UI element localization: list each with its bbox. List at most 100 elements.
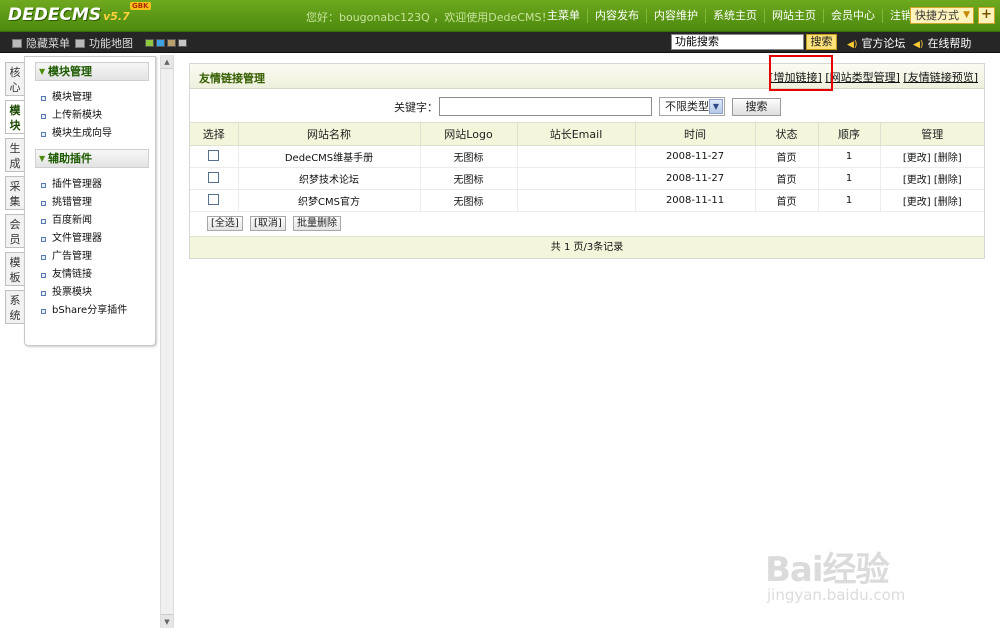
official-forum-link[interactable]: ◀) 官方论坛: [847, 35, 905, 51]
bullet-icon: [41, 182, 46, 188]
menu-item-baidu-news[interactable]: 百度新闻: [41, 212, 155, 230]
friend-links-panel: 友情链接管理 [增加链接] [网站类型管理] [友情链接预览] 关键字： 不限类…: [189, 63, 985, 259]
chevron-down-icon: ▼: [39, 154, 46, 163]
top-nav: 主菜单 内容发布 内容维护 系统主页 网站主页 会员中心 注销: [540, 0, 919, 32]
table-row: DedeCMS维基手册 无图标 2008-11-27 首页 1 [更改] [删除…: [190, 145, 984, 168]
side-tab-template[interactable]: 模板: [5, 252, 24, 286]
nav-site-home[interactable]: 网站主页: [764, 9, 823, 23]
nav-main-menu[interactable]: 主菜单: [540, 9, 587, 23]
theme-swatch-green[interactable]: [145, 39, 154, 47]
menu-item-module-manage[interactable]: 模块管理: [41, 89, 155, 107]
watermark-text: Bai经验: [765, 550, 890, 590]
chevron-down-icon: ▼: [39, 67, 46, 76]
col-manage: 管理: [880, 123, 984, 146]
menu-item-label: 上传新模块: [52, 110, 102, 121]
function-search-input[interactable]: 功能搜索: [671, 34, 804, 50]
watermark: Bai经验 jingyan.baidu.com: [765, 520, 945, 610]
version-text: v5.7: [103, 10, 130, 23]
online-help-link[interactable]: ◀) 在线帮助: [913, 35, 971, 51]
manage-actions[interactable]: [更改] [删除]: [880, 167, 984, 190]
site-time: 2008-11-27: [635, 167, 756, 190]
welcome-text: 您好：bougonabc123Q ，欢迎使用DedeCMS！: [306, 11, 553, 24]
nav-system-home[interactable]: 系统主页: [705, 9, 764, 23]
menu-item-ad-manage[interactable]: 广告管理: [41, 248, 155, 266]
watermark-url: jingyan.baidu.com: [767, 586, 906, 604]
manage-actions[interactable]: [更改] [删除]: [880, 189, 984, 212]
site-status: 首页: [755, 145, 819, 168]
menu-item-file-manager[interactable]: 文件管理器: [41, 230, 155, 248]
bullet-icon: [41, 272, 46, 278]
chevron-down-icon: ▼: [963, 10, 970, 20]
shortcut-dropdown[interactable]: 快捷方式 ▼: [910, 7, 974, 24]
logo[interactable]: DEDECMS v5.7 GBK: [8, 2, 151, 27]
menu-item-plugin-manager[interactable]: 插件管理器: [41, 176, 155, 194]
site-order: 1: [818, 189, 881, 212]
menu-item-label: 广告管理: [52, 251, 92, 262]
side-tab-module[interactable]: 模块: [5, 100, 24, 134]
row-checkbox[interactable]: [208, 194, 220, 206]
col-site-name: 网站名称: [238, 123, 421, 146]
side-tabs: 核心 模块 生成 采集 会员 模板 系统: [5, 62, 25, 328]
hide-menu-button[interactable]: 隐藏菜单: [12, 35, 70, 51]
speaker-icon: ◀): [847, 40, 858, 50]
speaker-icon: ◀): [913, 40, 924, 50]
site-order: 1: [818, 167, 881, 190]
side-tab-system[interactable]: 系统: [5, 290, 24, 324]
menu-item-upload-module[interactable]: 上传新模块: [41, 107, 155, 125]
keyword-label: 关键字：: [394, 101, 438, 114]
menu-item-label: 友情链接: [52, 269, 92, 280]
manage-actions[interactable]: [更改] [删除]: [880, 145, 984, 168]
menu-list: 模块管理 上传新模块 模块生成向导: [41, 89, 155, 143]
hide-menu-icon: [12, 38, 22, 48]
pagination-footer: 共 1 页/3条记录: [190, 236, 984, 258]
site-logo: 无图标: [420, 145, 518, 168]
row-checkbox[interactable]: [208, 150, 220, 162]
nav-publish[interactable]: 内容发布: [587, 9, 646, 23]
menu-item-module-wizard[interactable]: 模块生成向导: [41, 125, 155, 143]
panel-title: 友情链接管理: [199, 72, 265, 85]
menu-item-bshare-plugin[interactable]: bShare分享插件: [41, 302, 155, 320]
theme-swatch-blue[interactable]: [156, 39, 165, 47]
scroll-up-icon[interactable]: ▲: [161, 55, 173, 69]
online-help-label: 在线帮助: [927, 37, 972, 50]
function-map-button[interactable]: 功能地图: [75, 35, 133, 51]
keyword-input[interactable]: [439, 97, 652, 116]
side-tab-core[interactable]: 核心: [5, 62, 24, 96]
bullet-icon: [41, 218, 46, 224]
row-checkbox[interactable]: [208, 172, 220, 184]
menu-item-vote-module[interactable]: 投票模块: [41, 284, 155, 302]
side-tab-generate[interactable]: 生成: [5, 138, 24, 172]
side-tab-collect[interactable]: 采集: [5, 176, 24, 210]
bullet-icon: [41, 236, 46, 242]
site-logo: 无图标: [420, 167, 518, 190]
site-email: [517, 167, 636, 190]
theme-swatch-gray[interactable]: [178, 39, 187, 47]
col-select: 选择: [190, 123, 239, 146]
function-search-button[interactable]: 搜索: [806, 34, 837, 50]
side-tab-member[interactable]: 会员: [5, 214, 24, 248]
site-type-manage-link[interactable]: [网站类型管理]: [825, 71, 900, 84]
search-button[interactable]: 搜索: [732, 98, 781, 116]
add-shortcut-button[interactable]: +: [978, 7, 995, 24]
type-select[interactable]: 不限类型 ▼: [659, 97, 725, 116]
cancel-select-button[interactable]: [取消]: [250, 216, 286, 231]
theme-swatch-brown[interactable]: [167, 39, 176, 47]
bulk-delete-button[interactable]: 批量删除: [293, 216, 341, 231]
scroll-down-icon[interactable]: ▼: [161, 614, 173, 628]
menu-item-friend-links[interactable]: 友情链接: [41, 266, 155, 284]
nav-maintain[interactable]: 内容维护: [646, 9, 705, 23]
function-map-label: 功能地图: [89, 37, 133, 50]
menu-group-plugins[interactable]: ▼ 辅助插件: [35, 149, 149, 168]
select-all-button[interactable]: [全选]: [207, 216, 243, 231]
table-row: 织梦技术论坛 无图标 2008-11-27 首页 1 [更改] [删除]: [190, 167, 984, 190]
site-status: 首页: [755, 167, 819, 190]
friend-link-preview-link[interactable]: [友情链接预览]: [903, 71, 978, 84]
nav-member-center[interactable]: 会员中心: [823, 9, 882, 23]
site-time: 2008-11-27: [635, 145, 756, 168]
vertical-scrollbar[interactable]: ▲ ▼: [160, 55, 174, 628]
row-checkbox-cell: [190, 189, 239, 212]
menu-group-module-manage[interactable]: ▼ 模块管理: [35, 62, 149, 81]
highlight-box: [769, 55, 833, 91]
sub-toolbar: 隐藏菜单 功能地图 功能搜索 搜索 ◀) 官方论坛 ◀) 在线帮助: [0, 32, 1000, 53]
menu-item-error-manage[interactable]: 挑错管理: [41, 194, 155, 212]
